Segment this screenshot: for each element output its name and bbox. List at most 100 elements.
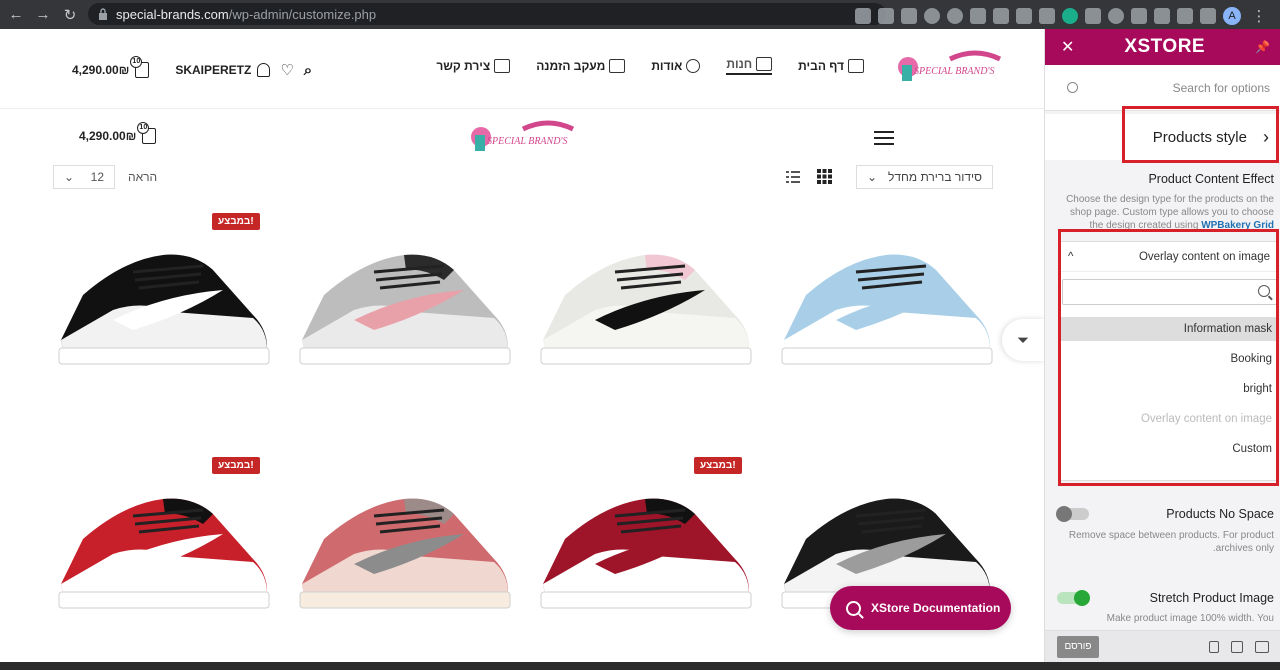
main-menu: דף הבית חנות אודות מעקב הזמנה צירת קשר: [436, 57, 864, 75]
per-page-select[interactable]: ⌄ 12: [53, 165, 115, 189]
puzzle-icon[interactable]: [1177, 8, 1193, 24]
content-effect-dropdown: ^ Overlay content on image Information m…: [1059, 241, 1279, 481]
profile-avatar[interactable]: A: [1223, 7, 1241, 25]
search-icon: [1258, 285, 1270, 297]
chevron-up-icon: ^: [1068, 250, 1074, 263]
site-logo-center[interactable]: SPECIAL BRAND'S: [463, 117, 578, 161]
sticky-cart: 4,290.00₪ 10: [79, 122, 182, 144]
filter-toggle[interactable]: ⏷: [1002, 319, 1044, 361]
option-bright[interactable]: bright: [1060, 377, 1278, 401]
translate-icon[interactable]: [855, 8, 871, 24]
panel-brand: XSTORE: [1124, 36, 1206, 57]
search-icon[interactable]: ⌕: [304, 62, 312, 79]
site-logo[interactable]: SPECIAL BRAND'S: [890, 47, 1005, 91]
back-icon[interactable]: ←: [5, 4, 27, 26]
dropdown-search-input[interactable]: [1062, 279, 1277, 305]
account-name[interactable]: SKAIPERETZ: [175, 63, 251, 77]
cart-icon[interactable]: 10: [137, 122, 157, 144]
menu-item-contact[interactable]: צירת קשר: [436, 57, 511, 75]
options-search[interactable]: Search for options: [1045, 65, 1280, 111]
extension-icon[interactable]: [1108, 8, 1124, 24]
dropdown-selected[interactable]: ^ Overlay content on image: [1060, 242, 1278, 272]
close-icon[interactable]: ✕: [1061, 37, 1074, 57]
xstore-documentation-button[interactable]: XStore Documentation: [830, 586, 1011, 630]
option-information-mask[interactable]: Information mask: [1060, 317, 1278, 341]
sneaker-image: [299, 498, 511, 609]
stretch-title: Stretch Product Image: [1149, 591, 1274, 605]
grid-view-icon[interactable]: [817, 169, 832, 184]
menu-label: מעקב הזמנה: [536, 59, 606, 73]
product-card-grey-pink-low[interactable]: [294, 200, 511, 390]
extension-icon[interactable]: [1085, 8, 1101, 24]
no-space-toggle[interactable]: [1056, 506, 1089, 522]
cart-icon[interactable]: 10: [130, 56, 150, 78]
product-card-blue-white-low[interactable]: [776, 200, 993, 390]
star-icon[interactable]: [901, 8, 917, 24]
lock-icon: [99, 8, 107, 20]
sale-badge: במבצע!: [212, 213, 260, 230]
os-taskbar: [0, 662, 1280, 670]
logo-image: SPECIAL BRAND'S: [898, 50, 1002, 81]
content-effect-description: Choose the design type for the products …: [1054, 193, 1274, 230]
extension-icon[interactable]: [1131, 8, 1147, 24]
option-custom[interactable]: Custom: [1060, 437, 1278, 461]
share-icon[interactable]: [878, 8, 894, 24]
globe-icon[interactable]: [947, 8, 963, 24]
menu-item-about[interactable]: אודות: [651, 57, 701, 75]
cart-total-sticky[interactable]: 4,290.00₪: [79, 129, 136, 143]
reload-icon[interactable]: ↻: [59, 4, 81, 26]
wishlist-heart-icon[interactable]: ♡: [280, 61, 293, 79]
menu-kebab-icon[interactable]: ⋮: [1248, 5, 1270, 27]
extension-icon[interactable]: [970, 8, 986, 24]
menu-label: אודות: [651, 59, 683, 73]
sidebar-icon[interactable]: [1200, 8, 1216, 24]
desktop-preview-icon[interactable]: [1255, 640, 1269, 653]
user-icon[interactable]: [257, 63, 271, 77]
customizer-panel: ✕ XSTORE 📌 Search for options Products s…: [1044, 29, 1280, 662]
section-title: Products style: [1152, 128, 1247, 146]
logo-image: SPECIAL BRAND'S: [471, 120, 575, 151]
cart-total[interactable]: 4,290.00₪: [72, 63, 129, 77]
product-card-pink-suede-low[interactable]: [294, 444, 511, 634]
address-bar[interactable]: special-brands.com/wp-admin/customize.ph…: [88, 3, 886, 25]
extension-icon[interactable]: [924, 8, 940, 24]
contact-card-icon: [494, 59, 511, 73]
menu-item-shop[interactable]: חנות: [726, 57, 773, 75]
toggle-knob: [1074, 590, 1090, 606]
stretch-image-toggle[interactable]: [1057, 590, 1090, 606]
per-page-value: 12: [90, 170, 104, 184]
site-header: SPECIAL BRAND'S דף הבית חנות אודות מעקב …: [0, 29, 1044, 109]
search-icon: [846, 600, 861, 616]
sneaker-image: [781, 254, 993, 365]
camera-icon[interactable]: [1016, 8, 1032, 24]
menu-item-home[interactable]: דף הבית: [798, 57, 864, 75]
stretch-description: Make product image 100% width. You: [1106, 613, 1274, 624]
panel-footer: פורסם: [1045, 630, 1280, 662]
search-icon: [1067, 82, 1078, 93]
menu-label: חנות: [726, 57, 753, 71]
extension-icon[interactable]: [993, 8, 1009, 24]
sneaker-image: [299, 254, 511, 365]
extension-icon[interactable]: [1154, 8, 1170, 24]
grammarly-icon[interactable]: [1062, 8, 1078, 24]
wpbakery-link[interactable]: WPBakery Grid builder: [1201, 220, 1274, 230]
hamburger-menu-icon[interactable]: [874, 131, 894, 145]
publish-button[interactable]: פורסם: [1057, 635, 1099, 658]
list-view-icon[interactable]: [786, 170, 800, 184]
product-card-white-black-pink-low[interactable]: [535, 200, 752, 390]
browser-toolbar: ← → ↻ special-brands.com/wp-admin/custom…: [0, 0, 1280, 29]
option-booking[interactable]: Booking: [1060, 347, 1278, 371]
menu-label: דף הבית: [798, 59, 844, 73]
panel-header: ✕ XSTORE 📌: [1045, 29, 1280, 65]
pin-icon[interactable]: 📌: [1255, 40, 1270, 54]
extension-icon[interactable]: [1039, 8, 1055, 24]
info-icon: [686, 59, 701, 73]
chevron-down-icon: ⌄: [64, 170, 75, 184]
mobile-preview-icon[interactable]: [1209, 640, 1219, 653]
header-actions: 4,290.00₪ 10 SKAIPERETZ ♡ ⌕: [72, 56, 312, 79]
menu-item-track-order[interactable]: מעקב הזמנה: [536, 57, 626, 75]
forward-icon[interactable]: →: [32, 4, 54, 26]
section-products-style[interactable]: Products style ›: [1045, 114, 1280, 160]
sort-select[interactable]: סידור ברירת מחדל ⌄: [856, 165, 993, 189]
tablet-preview-icon[interactable]: [1231, 640, 1243, 653]
